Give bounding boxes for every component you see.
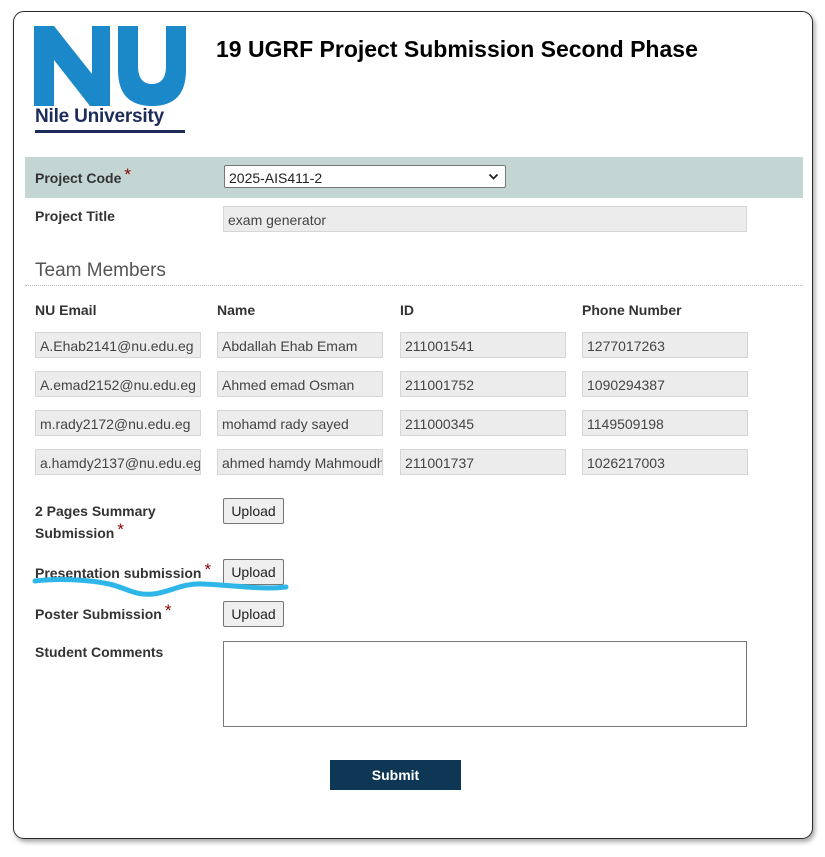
hand-drawn-underline: [32, 577, 289, 597]
project-code-value: 2025-AIS411-2: [229, 170, 323, 186]
member-phone-field[interactable]: 1277017263: [582, 332, 748, 358]
member-phone-field[interactable]: 1026217003: [582, 449, 748, 475]
member-id-field[interactable]: 211001752: [400, 371, 566, 397]
logo-underline: [35, 130, 185, 133]
member-name-field[interactable]: Abdallah Ehab Emam: [217, 332, 383, 358]
student-comments-textarea[interactable]: [223, 641, 747, 727]
project-code-label: Project Code *: [35, 165, 131, 186]
member-email-field[interactable]: A.Ehab2141@nu.edu.eg: [35, 332, 201, 358]
member-phone-field[interactable]: 1090294387: [582, 371, 748, 397]
project-title-field[interactable]: exam generator: [223, 206, 747, 232]
member-email-field[interactable]: a.hamdy2137@nu.edu.eg: [35, 449, 201, 475]
logo-text: Nile University: [35, 106, 164, 127]
column-header-phone: Phone Number: [582, 302, 682, 318]
project-title-label: Project Title: [35, 208, 115, 224]
column-header-id: ID: [400, 302, 414, 318]
submit-button[interactable]: Submit: [330, 760, 461, 790]
member-id-field[interactable]: 211001541: [400, 332, 566, 358]
column-header-email: NU Email: [35, 302, 97, 318]
poster-submission-label: Poster Submission *: [35, 601, 172, 622]
member-id-field[interactable]: 211001737: [400, 449, 566, 475]
student-comments-label: Student Comments: [35, 644, 164, 660]
member-phone-field[interactable]: 1149509198: [582, 410, 748, 436]
required-mark: *: [164, 601, 172, 620]
member-name-field[interactable]: Ahmed emad Osman: [217, 371, 383, 397]
project-code-select[interactable]: 2025-AIS411-2: [224, 165, 506, 188]
summary-upload-button[interactable]: Upload: [223, 498, 284, 524]
column-header-name: Name: [217, 302, 256, 318]
member-name-field[interactable]: mohamd rady sayed: [217, 410, 383, 436]
team-members-heading: Team Members: [35, 260, 166, 281]
member-email-field[interactable]: A.emad2152@nu.edu.eg: [35, 371, 201, 397]
section-divider: [25, 285, 803, 286]
page-title: 19 UGRF Project Submission Second Phase: [216, 36, 698, 62]
required-mark: *: [124, 165, 131, 184]
summary-submission-label: 2 Pages Summary Submission *: [35, 503, 156, 541]
chevron-down-icon: [488, 173, 499, 180]
member-name-field[interactable]: ahmed hamdy Mahmoudh: [217, 449, 383, 475]
required-mark: *: [117, 520, 124, 539]
form-card: Nile University 19 UGRF Project Submissi…: [13, 11, 813, 839]
member-email-field[interactable]: m.rady2172@nu.edu.eg: [35, 410, 201, 436]
member-id-field[interactable]: 211000345: [400, 410, 566, 436]
poster-upload-button[interactable]: Upload: [223, 601, 284, 627]
